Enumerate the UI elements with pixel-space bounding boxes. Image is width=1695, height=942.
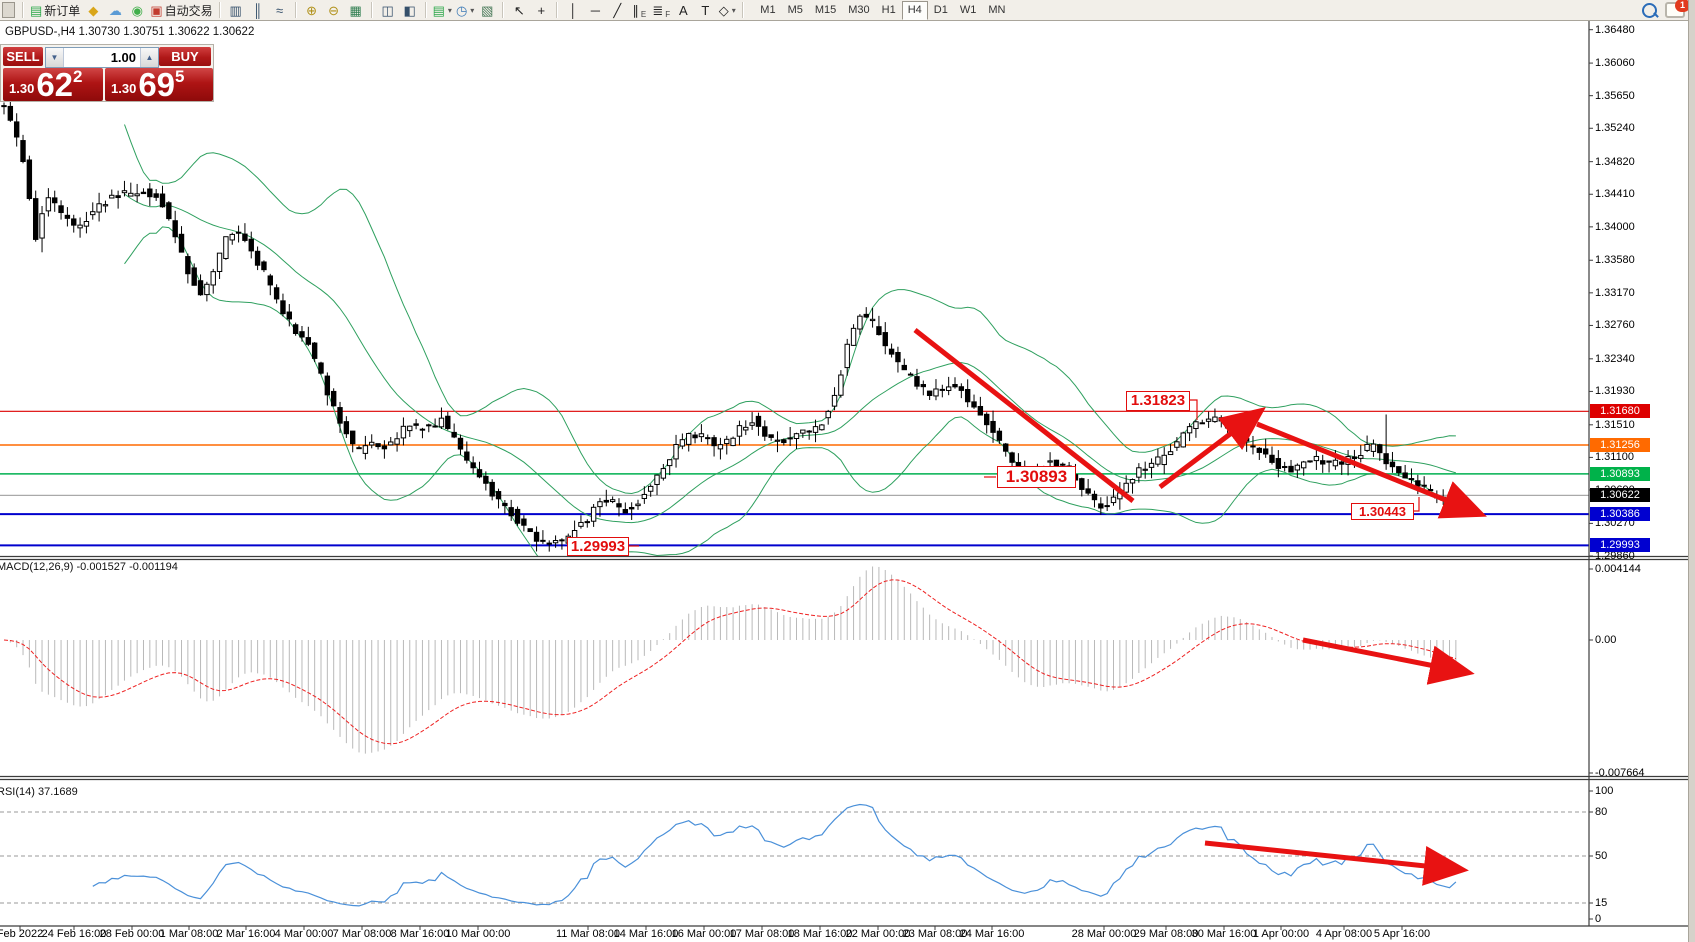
sell-price-display[interactable]: 1.30 62 2 [3,68,103,101]
price-tick: 1.36060 [1595,57,1635,69]
price-tick: 1.31100 [1595,451,1634,463]
price-tick: 1.35650 [1595,90,1635,102]
date-tick: 1 Apr 00:00 [1253,928,1309,940]
buy-button[interactable]: BUY [159,47,211,66]
buy-price-big: 69 [138,70,175,99]
indicator-tick: 0.00 [1595,634,1616,646]
indicator-tick: 0 [1595,913,1601,925]
date-tick: 7 Mar 08:00 [333,928,392,940]
price-badge-1.31680: 1.31680 [1590,404,1650,418]
price-tick: 1.34820 [1595,156,1635,168]
price-tick: 1.34410 [1595,188,1635,200]
indicator-tick: -0.007664 [1595,767,1645,779]
price-tick: 1.32340 [1595,353,1635,365]
buy-price-pip: 5 [175,69,184,84]
indicator-tick: 15 [1595,897,1607,909]
price-badge-1.30622: 1.30622 [1590,488,1650,502]
date-tick: 28 Mar 00:00 [1072,928,1137,940]
indicator-tick: 50 [1595,850,1607,862]
indicator-tick: 100 [1595,785,1613,797]
date-tick: 14 Mar 16:00 [614,928,679,940]
macd-pane[interactable] [4,566,1460,753]
date-tick: 10 Mar 00:00 [446,928,511,940]
price-tick: 1.36480 [1595,24,1635,36]
one-click-trade-panel: SELL ▼ ▲ BUY 1.30 62 2 1.30 69 5 [0,44,214,102]
buy-price-prefix: 1.30 [111,81,136,96]
price-chart-canvas[interactable] [0,0,1695,942]
macd-label: MACD(12,26,9) -0.001527 -0.001194 [0,561,178,573]
chart-title: GBPUSD-,H4 1.30730 1.30751 1.30622 1.306… [5,26,254,38]
date-tick: 5 Apr 16:00 [1374,928,1430,940]
price-tick: 1.34000 [1595,221,1635,233]
buy-price-display[interactable]: 1.30 69 5 [105,68,213,101]
rsi-label: RSI(14) 37.1689 [0,786,78,798]
date-tick: 18 Mar 16:00 [788,928,853,940]
mt4-window: ▤新订单◆☁◉▣自动交易▥║≈⊕⊖▦◫◧▤▾◷▾▧↖+│─╱∥E≣FAT◇▾ M… [0,0,1695,942]
trend-arrow[interactable] [1160,416,1254,487]
date-tick: 28 Feb 00:00 [100,928,165,940]
indicator-tick: 0.004144 [1595,563,1641,575]
sell-price-pip: 2 [73,69,82,84]
macd-signal-line [4,580,1456,744]
date-tick: 23 Mar 08:00 [903,928,968,940]
date-tick: 24 Feb 16:00 [42,928,107,940]
sell-price-big: 62 [36,70,73,99]
price-annotation-1.29993[interactable]: 1.29993 [567,537,629,556]
date-tick: 16 Mar 00:00 [672,928,737,940]
price-badge-1.30893: 1.30893 [1590,467,1650,481]
volume-input[interactable] [64,48,140,67]
volume-increase-button[interactable]: ▲ [140,48,158,67]
price-tick: 1.35240 [1595,122,1635,134]
price-tick: 1.33170 [1595,287,1635,299]
price-annotation-1.30443[interactable]: 1.30443 [1351,503,1414,520]
price-badge-1.29993: 1.29993 [1590,538,1650,552]
volume-decrease-button[interactable]: ▼ [46,48,64,67]
price-tick: 1.33580 [1595,254,1635,266]
date-tick: 2 Mar 16:00 [217,928,276,940]
price-annotation-1.30893[interactable]: 1.30893 [997,466,1076,488]
date-tick: 1 Mar 08:00 [160,928,219,940]
price-tick: 1.31930 [1595,385,1635,397]
sell-price-prefix: 1.30 [9,81,34,96]
rsi-line [93,805,1456,906]
price-badge-1.31256: 1.31256 [1590,438,1650,452]
annotation-leader [1414,497,1419,511]
date-tick: 22 Mar 00:00 [846,928,911,940]
date-tick: Feb 2022 [0,928,43,940]
date-tick: 4 Apr 08:00 [1316,928,1372,940]
volume-control: ▼ ▲ [45,47,159,68]
indicator-tick: 80 [1595,806,1607,818]
annotation-leader [1190,400,1197,420]
price-annotation-1.31823[interactable]: 1.31823 [1126,391,1190,411]
date-tick: 11 Mar 08:00 [556,928,620,940]
rsi-pane[interactable] [0,805,1589,906]
price-tick: 1.31510 [1595,419,1635,431]
bollinger-lower [125,227,1456,577]
price-tick: 1.32760 [1595,319,1635,331]
date-tick: 29 Mar 08:00 [1134,928,1199,940]
price-badge-1.30386: 1.30386 [1590,507,1650,521]
date-tick: 8 Mar 16:00 [391,928,450,940]
date-tick: 24 Mar 16:00 [960,928,1025,940]
date-tick: 4 Mar 00:00 [275,928,334,940]
date-tick: 17 Mar 08:00 [730,928,795,940]
date-tick: 30 Mar 16:00 [1192,928,1257,940]
window-right-edge [1688,0,1695,942]
sell-button[interactable]: SELL [3,47,43,66]
